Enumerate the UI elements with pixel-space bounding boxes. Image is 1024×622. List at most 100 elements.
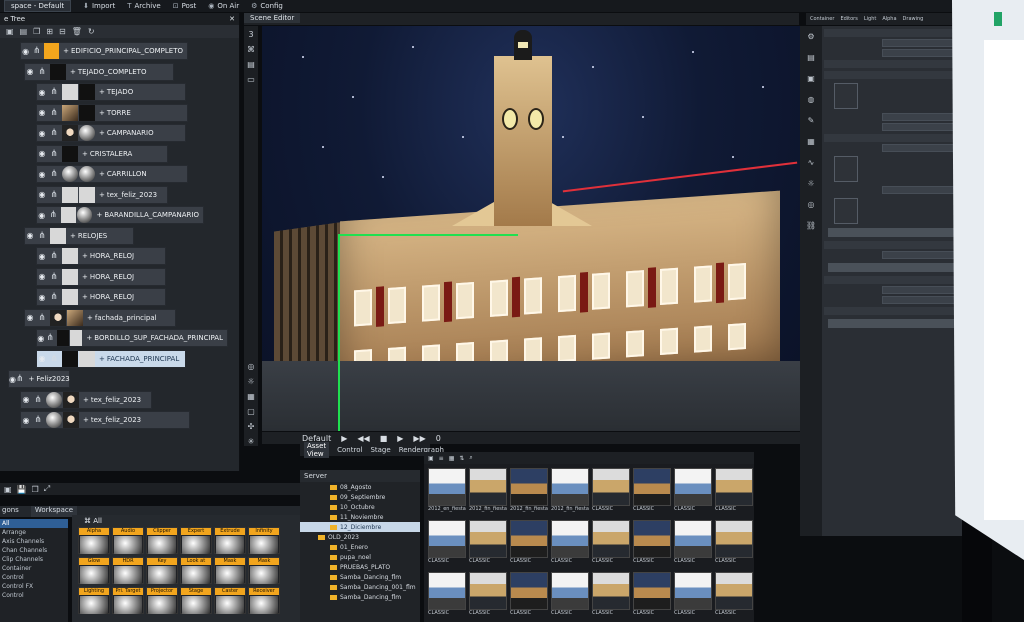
property-button[interactable] — [828, 319, 956, 328]
server-folder[interactable]: pupa_noel — [300, 552, 420, 562]
asset-thumbnail[interactable]: CLASSIC — [633, 572, 671, 620]
material-thumbnail-icon[interactable] — [62, 268, 78, 285]
scene-tree-node[interactable]: ◉⋔ TEJADO — [36, 83, 186, 101]
menu-import[interactable]: ⬇ Import — [83, 2, 115, 10]
image-icon[interactable]: ▣ — [807, 74, 815, 83]
asset-thumbnail[interactable]: CLASSIC — [674, 572, 712, 620]
material-thumbnail-icon[interactable] — [50, 63, 66, 80]
asset-thumbnail[interactable]: 2012_fin_fiesta — [551, 468, 589, 516]
tab-scene-editor[interactable]: Scene Editor — [244, 13, 301, 23]
new-icon[interactable]: ▣ — [4, 485, 12, 494]
eye-icon[interactable]: ◉ — [25, 231, 35, 240]
category-item[interactable]: Container — [0, 564, 68, 573]
material-thumbnail-icon[interactable] — [62, 166, 78, 182]
asset-tab[interactable]: Asset View — [304, 442, 330, 458]
eye-icon[interactable]: ◉ — [37, 190, 47, 199]
material-thumbnail-icon[interactable] — [79, 350, 95, 367]
screen-icon[interactable]: ▭ — [247, 75, 255, 84]
material-thumbnail-icon[interactable] — [62, 289, 78, 305]
asset-thumbnail[interactable]: 2012_fin_fiesta — [469, 468, 507, 516]
asset-thumbnail[interactable]: CLASSIC — [469, 520, 507, 568]
scene-tree-node[interactable]: ◉⋔ fachada_principal — [24, 308, 176, 327]
plugin-tile[interactable]: Look at — [180, 557, 212, 584]
asset-thumbnail[interactable]: 2012_fin_fiesta — [510, 468, 548, 516]
tab-polygons[interactable]: gons — [2, 506, 19, 517]
category-item[interactable]: Axis Channels — [0, 537, 68, 546]
material-thumbnail-icon[interactable] — [62, 186, 78, 203]
category-item[interactable]: Arrange — [0, 528, 68, 537]
property-group[interactable] — [824, 134, 960, 142]
eye-icon[interactable]: ◉ — [37, 293, 47, 302]
server-folder[interactable]: 11_Noviembre — [300, 512, 420, 522]
asset-thumbnail[interactable]: CLASSIC — [633, 468, 671, 516]
material-thumbnail-icon[interactable] — [50, 309, 66, 326]
menu-archive[interactable]: T Archive — [127, 2, 160, 10]
scene-tree-node[interactable]: ◉⋔ tex_feliz_2023 — [20, 411, 190, 429]
plugin-tile[interactable]: Pri. Target — [112, 587, 144, 614]
server-folder[interactable]: 10_Octubre — [300, 502, 420, 512]
eye-icon[interactable]: ◉ — [25, 313, 35, 322]
close-icon[interactable]: ✕ — [229, 15, 235, 23]
eye-icon[interactable]: ◉ — [37, 88, 47, 97]
list-icon[interactable]: ≡ — [439, 455, 444, 462]
property-field[interactable] — [882, 39, 958, 47]
scene-tree-node[interactable]: ◉⋔ TORRE — [36, 103, 188, 122]
asset-thumbnail[interactable]: CLASSIC — [469, 572, 507, 620]
property-group[interactable] — [824, 307, 960, 315]
scene-tree-node[interactable]: ◉⋔ CARRILLON — [36, 165, 188, 183]
property-field[interactable] — [882, 144, 958, 152]
menu-on-air[interactable]: ◉ On Air — [208, 2, 239, 10]
material-thumbnail-icon[interactable] — [79, 166, 95, 182]
property-group[interactable] — [824, 276, 960, 284]
frame-icon[interactable]: ▢ — [247, 407, 255, 416]
eye-icon[interactable]: ◉ — [37, 354, 47, 363]
layout-icon[interactable]: ▤ — [247, 60, 255, 69]
server-folder[interactable]: OLD_2023 — [300, 532, 420, 542]
material-thumbnail-icon[interactable] — [62, 104, 78, 121]
asset-thumbnail[interactable]: CLASSIC — [715, 468, 753, 516]
asset-tab[interactable]: Control — [337, 446, 362, 454]
material-thumbnail-icon[interactable] — [56, 330, 70, 346]
property-group[interactable] — [824, 60, 960, 68]
category-item[interactable]: Chan Channels — [0, 546, 68, 555]
server-folder[interactable]: 09_Septiembre — [300, 492, 420, 502]
server-folder[interactable]: 08_Agosto — [300, 482, 420, 492]
property-field[interactable] — [882, 186, 958, 194]
plugin-tile[interactable]: Lighting — [78, 587, 110, 614]
scene-viewport[interactable] — [262, 26, 800, 431]
eye-icon[interactable]: ◉ — [37, 334, 45, 343]
workspace-selector[interactable]: space - Default — [4, 0, 72, 12]
eye-icon[interactable]: ◉ — [37, 252, 47, 261]
properties-tab[interactable]: Alpha — [882, 16, 896, 22]
material-thumbnail-icon[interactable] — [44, 43, 60, 59]
camera-icon[interactable]: ◎ — [808, 200, 815, 209]
copy-icon[interactable]: ❐ — [33, 27, 40, 36]
asset-thumbnail[interactable]: CLASSIC — [510, 520, 548, 568]
sort-icon[interactable]: ⇅ — [459, 455, 464, 462]
material-thumbnail-icon[interactable] — [70, 330, 83, 346]
scene-tree-node[interactable]: ◉⋔ HORA_RELOJ — [36, 267, 166, 286]
property-field[interactable] — [882, 296, 958, 304]
properties-tab[interactable]: Editors — [840, 16, 857, 22]
property-group[interactable] — [824, 29, 960, 37]
eye-icon[interactable]: ◉ — [37, 170, 47, 179]
eye-icon[interactable]: ◉ — [37, 108, 47, 117]
eye-icon[interactable]: ◉ — [37, 129, 47, 138]
server-folder[interactable]: PRUEBAS_PLATO — [300, 562, 420, 572]
material-thumbnail-icon[interactable] — [63, 391, 79, 408]
playback-control[interactable]: ▶▶ — [413, 434, 425, 443]
move-icon[interactable]: ✣ — [248, 422, 255, 431]
properties-tab[interactable]: Container — [810, 16, 834, 22]
scene-tree-node[interactable]: ◉⋔ TEJADO_COMPLETO — [24, 62, 174, 81]
material-thumbnail-icon[interactable] — [60, 207, 77, 223]
plugin-tile[interactable]: Clipper — [146, 527, 178, 554]
menu-config[interactable]: ⚙ Config — [251, 2, 283, 10]
server-folder[interactable]: 12_Diciembre — [300, 522, 420, 532]
refresh-icon[interactable]: ↻ — [88, 27, 95, 36]
category-item[interactable]: Clip Channels — [0, 555, 68, 564]
material-thumbnail-icon[interactable] — [67, 309, 83, 326]
merge-icon[interactable]: ⊞ — [46, 27, 53, 36]
light-icon[interactable]: ☼ — [247, 377, 254, 386]
view-icon[interactable]: ▣ — [428, 455, 434, 462]
scene-tree-node[interactable]: ◉⋔Feliz2023 — [8, 370, 70, 388]
